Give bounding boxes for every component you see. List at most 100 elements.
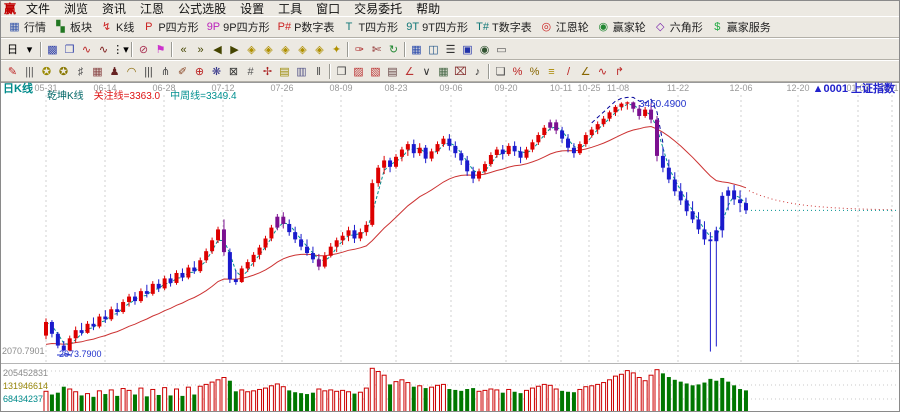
winner-service-button-label: 赢家服务 <box>727 19 771 35</box>
menu-item-设置[interactable]: 设置 <box>233 0 271 17</box>
candlestick-chart[interactable]: 05-3106-1406-2807-1207-2608-0908-2309-06… <box>1 83 899 412</box>
pen-icon[interactable]: ✎ <box>4 63 21 80</box>
quotes-button-label: 行情 <box>24 19 46 35</box>
menu-item-文件[interactable]: 文件 <box>19 0 57 17</box>
columns-icon: ‖ <box>312 65 325 79</box>
menu-item-交易委托[interactable]: 交易委托 <box>347 0 409 17</box>
winner-wheel-button[interactable]: ◉赢家轮 <box>593 18 650 36</box>
last-page-icon[interactable]: » <box>192 41 209 58</box>
compress-h-icon[interactable]: ◈ <box>243 41 260 58</box>
first-page-icon[interactable]: « <box>175 41 192 58</box>
t-table-button[interactable]: T#T数字表 <box>472 18 536 36</box>
wheel-spokes-icon[interactable]: ❋ <box>208 63 225 80</box>
ninep-square-button[interactable]: 9P9P四方形 <box>203 18 274 36</box>
frame-select-icon[interactable]: ⊠ <box>225 63 242 80</box>
preview-icon[interactable]: ◉ <box>476 41 493 58</box>
quotes-button[interactable]: ▦行情 <box>4 18 50 36</box>
period-day-button[interactable]: 日 <box>4 41 21 58</box>
gold-coin2-icon[interactable]: ✪ <box>55 63 72 80</box>
bars-icon[interactable]: ||| <box>140 63 157 80</box>
save-icon[interactable]: ▣ <box>459 41 476 58</box>
marker-drop-icon[interactable]: ✢ <box>259 63 276 80</box>
t-square-button[interactable]: TT四方形 <box>338 18 402 36</box>
percent2-icon[interactable]: % <box>526 63 543 80</box>
gann-box-icon[interactable]: ▦ <box>89 63 106 80</box>
period-label: 日K线 <box>3 84 33 94</box>
pattern-window-icon: ▩ <box>46 43 59 57</box>
next-bar-icon[interactable]: ▶ <box>226 41 243 58</box>
compress-v-icon[interactable]: ◈ <box>277 41 294 58</box>
pattern-window-icon[interactable]: ▩ <box>44 41 61 58</box>
ninet-square-button[interactable]: 9T9T四方形 <box>402 18 472 36</box>
refresh-icon[interactable]: ↻ <box>385 41 402 58</box>
panel-strip-icon[interactable]: ▥ <box>293 63 310 80</box>
kline-button[interactable]: ↯K线 <box>96 18 138 36</box>
wave-icon[interactable]: ∿ <box>594 63 611 80</box>
columns-icon[interactable]: ‖ <box>310 63 327 80</box>
figure-icon[interactable]: ♟ <box>106 63 123 80</box>
gann-wheel-button: ◎ <box>540 20 553 34</box>
arc-icon[interactable]: ◠ <box>123 63 140 80</box>
symbol-label: ▲0001 上证指数 <box>813 84 895 94</box>
indicator-curve2-icon[interactable]: ∿ <box>95 41 112 58</box>
toolbar-separator <box>40 42 41 57</box>
menu-item-帮助[interactable]: 帮助 <box>409 0 447 17</box>
menu-item-公式选股[interactable]: 公式选股 <box>171 0 233 17</box>
menu-item-江恩[interactable]: 江恩 <box>133 0 171 17</box>
grid2-icon[interactable]: ▦ <box>435 63 452 80</box>
hatch2-icon[interactable]: ▧ <box>367 63 384 80</box>
p-square-button[interactable]: PP四方形 <box>138 18 202 36</box>
parallel-lines-icon[interactable]: ≡ <box>543 63 560 80</box>
more-options-dropdown[interactable]: ⋮▾ <box>112 41 129 58</box>
new-chart-icon[interactable]: ❐ <box>61 41 78 58</box>
print-icon[interactable]: ▭ <box>493 41 510 58</box>
indicator-curve-icon[interactable]: ∿ <box>78 41 95 58</box>
brush-icon[interactable]: ✐ <box>174 63 191 80</box>
fan-lines-icon[interactable]: ⋔ <box>157 63 174 80</box>
notes-icon[interactable]: ♪ <box>469 63 486 80</box>
hand-write-icon[interactable]: ✑ <box>351 41 368 58</box>
trend-slash-icon[interactable]: / <box>560 63 577 80</box>
arrow-mark-icon[interactable]: ↱ <box>611 63 628 80</box>
gold-bars-icon[interactable]: ▤ <box>276 63 293 80</box>
prev-bar-icon: ◀ <box>211 43 224 57</box>
frame-select-icon: ⊠ <box>227 65 240 79</box>
retrace-percent-icon[interactable]: % <box>509 63 526 80</box>
winner-service-button[interactable]: $赢家服务 <box>707 18 775 36</box>
ruler-ticks-icon[interactable]: # <box>242 63 259 80</box>
menu-item-工具[interactable]: 工具 <box>271 0 309 17</box>
cut-icon[interactable]: ✄ <box>368 41 385 58</box>
flag-icon[interactable]: ⚑ <box>152 41 169 58</box>
period-dropdown[interactable]: ▾ <box>21 41 38 58</box>
gann-wheel-button[interactable]: ◎江恩轮 <box>536 18 593 36</box>
gann-grid-icon[interactable]: ♯ <box>72 63 89 80</box>
hexagon-button[interactable]: ◇六角形 <box>650 18 707 36</box>
more-options-dropdown: ⋮▾ <box>112 43 129 57</box>
check-line-icon[interactable]: ∨ <box>418 63 435 80</box>
fit-screen-icon[interactable]: ◈ <box>311 41 328 58</box>
crosshair-target-icon[interactable]: ⊕ <box>191 63 208 80</box>
menu-item-窗口[interactable]: 窗口 <box>309 0 347 17</box>
gold-coin-icon[interactable]: ✪ <box>38 63 55 80</box>
hatch-red-icon[interactable]: ▨ <box>350 63 367 80</box>
prev-bar-icon[interactable]: ◀ <box>209 41 226 58</box>
angle-icon[interactable]: ∠ <box>401 63 418 80</box>
svg-text:10-25: 10-25 <box>577 83 600 93</box>
vertical-lines-icon[interactable]: ||| <box>21 63 38 80</box>
gann-angle-icon[interactable]: ∠ <box>577 63 594 80</box>
window-frame-icon[interactable]: ❒ <box>333 63 350 80</box>
cancel-box-icon[interactable]: ⌧ <box>452 63 469 80</box>
expand-h-icon[interactable]: ◈ <box>260 41 277 58</box>
expand-v-icon[interactable]: ◈ <box>294 41 311 58</box>
restore-zoom-icon[interactable]: ✦ <box>328 41 345 58</box>
sectors-button[interactable]: ▚板块 <box>50 18 96 36</box>
erase-draw-icon[interactable]: ⊘ <box>135 41 152 58</box>
menu-item-浏览[interactable]: 浏览 <box>57 0 95 17</box>
measure-box-icon[interactable]: ❏ <box>492 63 509 80</box>
list-icon[interactable]: ☰ <box>442 41 459 58</box>
p-table-button[interactable]: P#P数字表 <box>274 18 339 36</box>
menu-item-资讯[interactable]: 资讯 <box>95 0 133 17</box>
calendar-21-icon[interactable]: ▦ <box>408 41 425 58</box>
note-pad-icon[interactable]: ▤ <box>384 63 401 80</box>
report-table-icon[interactable]: ◫ <box>425 41 442 58</box>
